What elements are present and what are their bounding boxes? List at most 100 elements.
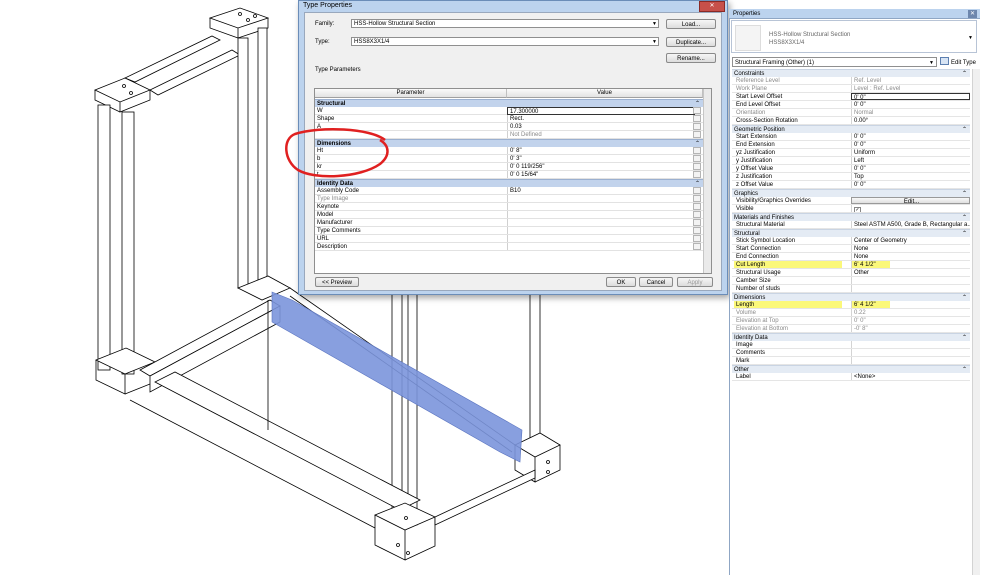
property-value[interactable]: Level : Ref. Level	[851, 85, 970, 92]
column-header-value[interactable]: Value	[507, 89, 703, 98]
property-value[interactable]: 0' 0"	[851, 317, 970, 324]
ok-button[interactable]: OK	[606, 277, 636, 287]
property-value[interactable]: Steel ASTM A500, Grade B, Rectangular a.…	[851, 221, 970, 228]
associate-parameter-button[interactable]	[693, 211, 701, 218]
close-icon[interactable]: ✕	[968, 10, 977, 18]
close-button[interactable]: ✕	[699, 1, 725, 12]
property-value[interactable]: 0' 0"	[851, 165, 970, 172]
property-value[interactable]: 0' 0"	[851, 93, 970, 100]
associate-parameter-button[interactable]	[693, 115, 701, 122]
associate-parameter-button[interactable]	[693, 203, 701, 210]
property-value[interactable]: Normal	[851, 109, 970, 116]
parameter-value[interactable]	[507, 195, 694, 202]
duplicate-button[interactable]: Duplicate...	[666, 37, 716, 47]
property-value[interactable]: Uniform	[851, 149, 970, 156]
property-value[interactable]: 6' 4 1/2"	[851, 301, 970, 308]
parameter-value[interactable]: 0' 0 15/64"	[507, 171, 694, 178]
property-value[interactable]: None	[851, 245, 970, 252]
group-header-dimensions[interactable]: Dimensions ⌃	[732, 293, 970, 301]
associate-parameter-button[interactable]	[693, 243, 701, 250]
vertical-scrollbar[interactable]	[703, 89, 711, 273]
parameter-value[interactable]: B10	[507, 187, 694, 194]
edit-type-button[interactable]: Edit Type	[940, 57, 976, 67]
group-header-structural[interactable]: Structural ⌃	[315, 99, 703, 107]
property-row: y Justification Left	[732, 157, 978, 165]
apply-button[interactable]: Apply	[677, 277, 713, 287]
property-value[interactable]: ✓	[851, 205, 970, 212]
property-value[interactable]: None	[851, 253, 970, 260]
red-annotation-circle	[285, 127, 389, 178]
property-row: Mark	[732, 357, 978, 365]
associate-parameter-button[interactable]	[693, 155, 701, 162]
column-header-parameter[interactable]: Parameter	[315, 89, 507, 98]
parameter-value[interactable]: Rect.	[507, 115, 694, 122]
property-value[interactable]	[851, 357, 970, 364]
property-value[interactable]: Center of Geometry	[851, 237, 970, 244]
parameter-value[interactable]: 17.300000	[507, 107, 695, 115]
property-value[interactable]	[851, 277, 970, 284]
associate-parameter-button[interactable]	[693, 235, 701, 242]
property-value[interactable]: Edit...	[851, 197, 970, 204]
property-name: Cross-Section Rotation	[736, 118, 798, 124]
parameter-value[interactable]: 0' 3"	[507, 155, 694, 162]
parameter-value[interactable]: 0' 0 119/256"	[507, 163, 694, 170]
group-header-identity-data[interactable]: Identity Data ⌃	[732, 333, 970, 341]
associate-parameter-button[interactable]	[693, 123, 701, 130]
associate-parameter-button[interactable]	[693, 163, 701, 170]
property-row: Elevation at Top 0' 0"	[732, 317, 978, 325]
parameter-value[interactable]	[507, 235, 694, 242]
property-value[interactable]: Ref. Level	[851, 77, 970, 84]
parameter-value[interactable]	[507, 243, 694, 250]
property-value[interactable]: -0' 8"	[851, 325, 970, 332]
associate-parameter-button[interactable]	[693, 227, 701, 234]
associate-parameter-button[interactable]	[693, 171, 701, 178]
property-value[interactable]	[851, 349, 970, 356]
parameter-value[interactable]: Not Defined	[507, 131, 694, 138]
property-value[interactable]: Other	[851, 269, 970, 276]
property-value[interactable]: <None>	[851, 373, 970, 380]
property-value[interactable]: Left	[851, 157, 970, 164]
group-header-materials-and-finishes[interactable]: Materials and Finishes ⌃	[732, 213, 970, 221]
parameter-value[interactable]	[507, 203, 694, 210]
parameter-value[interactable]	[507, 211, 694, 218]
associate-parameter-button[interactable]	[693, 219, 701, 226]
family-combo[interactable]: HSS-Hollow Structural Section ▼	[351, 19, 659, 28]
property-value[interactable]: 0.00°	[851, 117, 970, 124]
property-value[interactable]	[851, 341, 970, 348]
instance-filter-dropdown[interactable]: Structural Framing (Other) (1) ▼	[732, 57, 937, 67]
parameter-value[interactable]	[507, 219, 694, 226]
rename-button[interactable]: Rename...	[666, 53, 716, 63]
parameter-row: W 17.300000	[315, 107, 703, 115]
group-header-geometric-position[interactable]: Geometric Position ⌃	[732, 125, 970, 133]
property-value[interactable]: 6' 4 1/2"	[851, 261, 970, 268]
property-value[interactable]	[851, 285, 970, 292]
parameter-value[interactable]: 0' 8"	[507, 147, 694, 154]
group-header-other[interactable]: Other ⌃	[732, 365, 970, 373]
group-header-graphics[interactable]: Graphics ⌃	[732, 189, 970, 197]
property-value[interactable]: 0' 0"	[851, 181, 970, 188]
group-header-structural[interactable]: Structural ⌃	[732, 229, 970, 237]
load-button[interactable]: Load...	[666, 19, 716, 29]
preview-button[interactable]: << Preview	[315, 277, 359, 287]
parameter-value[interactable]: 0.03	[507, 123, 694, 130]
associate-parameter-button[interactable]	[693, 107, 701, 114]
associate-parameter-button[interactable]	[693, 131, 701, 138]
type-selector[interactable]: HSS-Hollow Structural Section HSS8X3X1/4…	[731, 20, 977, 53]
cancel-button[interactable]: Cancel	[639, 277, 673, 287]
parameter-value[interactable]	[507, 227, 694, 234]
group-header-constraints[interactable]: Constraints ⌃	[732, 69, 970, 77]
associate-parameter-button[interactable]	[693, 187, 701, 194]
associate-parameter-button[interactable]	[693, 147, 701, 154]
associate-parameter-button[interactable]	[693, 195, 701, 202]
property-value[interactable]: 0' 0"	[851, 141, 970, 148]
property-name: Elevation at Bottom	[736, 326, 789, 332]
visible-checkbox[interactable]: ✓	[854, 207, 861, 212]
property-value[interactable]: 0' 0"	[851, 101, 970, 108]
parameter-row: Model	[315, 211, 703, 219]
property-row: Camber Size	[732, 277, 978, 285]
property-value[interactable]: Top	[851, 173, 970, 180]
property-value[interactable]: 0.22	[851, 309, 970, 316]
type-combo[interactable]: HSS8X3X1/4 ▼	[351, 37, 659, 46]
property-value[interactable]: 0' 0"	[851, 133, 970, 140]
properties-scrollbar[interactable]	[972, 69, 980, 575]
